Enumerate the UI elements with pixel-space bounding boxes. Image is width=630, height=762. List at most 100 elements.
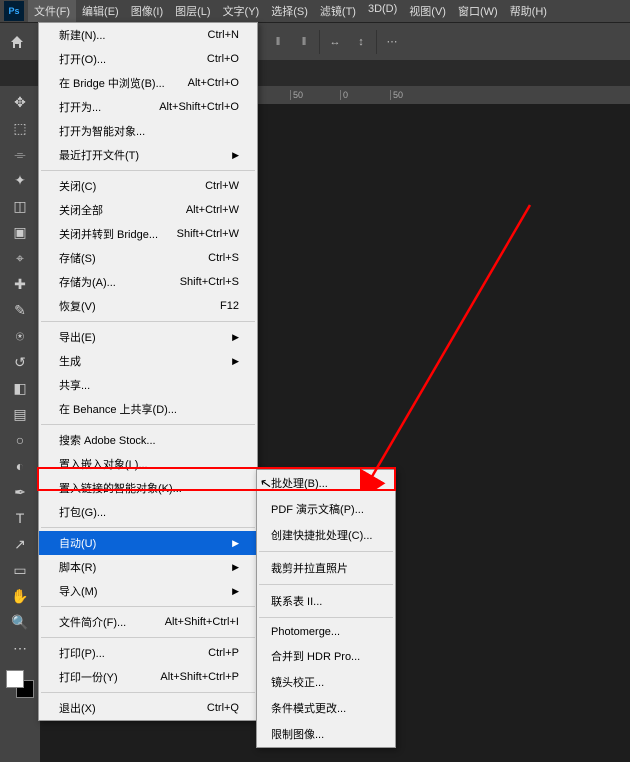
menu-item[interactable]: 打开(O)...Ctrl+O <box>39 47 257 71</box>
dist-btn[interactable]: ↔ <box>324 31 346 53</box>
wand-tool-icon[interactable]: ✦ <box>8 168 32 192</box>
history-tool-icon[interactable]: ↺ <box>8 350 32 374</box>
submenu-item[interactable]: 合并到 HDR Pro... <box>257 643 395 669</box>
menu-item-label: 新建(N)... <box>59 27 105 43</box>
zoom-tool-icon[interactable]: 🔍 <box>8 610 32 634</box>
menu-item-label: 关闭(C) <box>59 178 96 194</box>
menu-separator <box>41 692 255 693</box>
menu-item[interactable]: 新建(N)...Ctrl+N <box>39 23 257 47</box>
menu-item[interactable]: 脚本(R)▶ <box>39 555 257 579</box>
submenu-item[interactable]: Photomerge... <box>257 621 395 643</box>
menu-item[interactable]: 打包(G)... <box>39 500 257 524</box>
submenu-item[interactable]: 批处理(B)... <box>257 470 395 496</box>
menu-item-label: 搜索 Adobe Stock... <box>59 432 156 448</box>
marquee-tool-icon[interactable]: ⬚ <box>8 116 32 140</box>
menu-item[interactable]: 导入(M)▶ <box>39 579 257 603</box>
color-swatches[interactable] <box>6 670 34 698</box>
rect-tool-icon[interactable]: ▭ <box>8 558 32 582</box>
dodge-tool-icon[interactable]: ◐ <box>8 454 32 478</box>
menu-视图[interactable]: 视图(V) <box>403 0 452 22</box>
menu-item[interactable]: 导出(E)▶ <box>39 325 257 349</box>
more-btn[interactable]: ⋯ <box>381 31 403 53</box>
menu-item-label: 打包(G)... <box>59 504 106 520</box>
gradient-tool-icon[interactable]: ▤ <box>8 402 32 426</box>
dist-btn[interactable]: ‖ <box>267 31 289 53</box>
menu-item[interactable]: 在 Behance 上共享(D)... <box>39 397 257 421</box>
menu-item[interactable]: 关闭全部Alt+Ctrl+W <box>39 198 257 222</box>
menu-item-label: 置入嵌入对象(L)... <box>59 456 148 472</box>
submenu-arrow-icon: ▶ <box>232 356 239 367</box>
submenu-item[interactable]: 裁剪并拉直照片 <box>257 555 395 581</box>
eraser-tool-icon[interactable]: ◧ <box>8 376 32 400</box>
menu-separator <box>259 551 393 552</box>
hand-tool-icon[interactable]: ✋ <box>8 584 32 608</box>
menu-item-label: 打印(P)... <box>59 645 105 661</box>
blur-tool-icon[interactable]: ○ <box>8 428 32 452</box>
menu-图像[interactable]: 图像(I) <box>125 0 169 22</box>
menu-item[interactable]: 恢复(V)F12 <box>39 294 257 318</box>
path-tool-icon[interactable]: ↗ <box>8 532 32 556</box>
menu-item-label: 文件简介(F)... <box>59 614 126 630</box>
menu-选择[interactable]: 选择(S) <box>265 0 314 22</box>
move-tool-icon[interactable]: ✥ <box>8 90 32 114</box>
menu-item[interactable]: 置入嵌入对象(L)... <box>39 452 257 476</box>
stamp-tool-icon[interactable]: ⍟ <box>8 324 32 348</box>
crop-tool-icon[interactable]: ◫ <box>8 194 32 218</box>
menu-item[interactable]: 存储为(A)...Shift+Ctrl+S <box>39 270 257 294</box>
menu-item-shortcut: Ctrl+S <box>208 252 239 264</box>
home-icon[interactable] <box>4 29 30 55</box>
menu-item[interactable]: 打开为智能对象... <box>39 119 257 143</box>
menu-编辑[interactable]: 编辑(E) <box>76 0 125 22</box>
dist-btn[interactable]: ‖ <box>293 31 315 53</box>
menu-item[interactable]: 关闭(C) Ctrl+W <box>39 174 257 198</box>
text-tool-icon[interactable]: T <box>8 506 32 530</box>
menu-item[interactable]: 共享... <box>39 373 257 397</box>
menu-item-label: 脚本(R) <box>59 559 96 575</box>
menu-文件[interactable]: 文件(F) <box>28 0 76 22</box>
frame-tool-icon[interactable]: ▣ <box>8 220 32 244</box>
menu-item[interactable]: 文件简介(F)...Alt+Shift+Ctrl+I <box>39 610 257 634</box>
menu-item-label: 导出(E) <box>59 329 96 345</box>
menu-item[interactable]: 打印(P)...Ctrl+P <box>39 641 257 665</box>
more-tool-icon[interactable]: ⋯ <box>8 636 32 660</box>
submenu-item[interactable]: 创建快捷批处理(C)... <box>257 522 395 548</box>
submenu-item[interactable]: 限制图像... <box>257 721 395 747</box>
menu-item[interactable]: 自动(U)▶ <box>39 531 257 555</box>
menu-item[interactable]: 最近打开文件(T)▶ <box>39 143 257 167</box>
menu-item-shortcut: F12 <box>220 300 239 312</box>
submenu-item[interactable]: 联系表 II... <box>257 588 395 614</box>
submenu-item[interactable]: 镜头校正... <box>257 669 395 695</box>
menubar: Ps 文件(F)编辑(E)图像(I)图层(L)文字(Y)选择(S)滤镜(T)3D… <box>0 0 630 22</box>
automate-submenu: 批处理(B)...PDF 演示文稿(P)...创建快捷批处理(C)... 裁剪并拉… <box>256 469 396 748</box>
tool-panel: ✥⬚⌯✦◫▣⌖✚✎⍟↺◧▤○◐✒T↗▭✋🔍⋯ <box>0 86 40 762</box>
pen-tool-icon[interactable]: ✒ <box>8 480 32 504</box>
menu-item[interactable]: 在 Bridge 中浏览(B)...Alt+Ctrl+O <box>39 71 257 95</box>
brush-tool-icon[interactable]: ✎ <box>8 298 32 322</box>
menu-3d[interactable]: 3D(D) <box>362 0 403 22</box>
menu-item[interactable]: 打印一份(Y)Alt+Shift+Ctrl+P <box>39 665 257 689</box>
menu-item-label: 导入(M) <box>59 583 98 599</box>
menu-item[interactable]: 生成▶ <box>39 349 257 373</box>
eyedrop-tool-icon[interactable]: ⌖ <box>8 246 32 270</box>
menu-图层[interactable]: 图层(L) <box>169 0 216 22</box>
menu-item[interactable]: 搜索 Adobe Stock... <box>39 428 257 452</box>
ruler-mark: 50 <box>390 90 440 100</box>
menu-item-label: 打开(O)... <box>59 51 106 67</box>
menu-item-label: 存储为(A)... <box>59 274 116 290</box>
menu-item-label: 打开为... <box>59 99 101 115</box>
menu-item[interactable]: 打开为...Alt+Shift+Ctrl+O <box>39 95 257 119</box>
menu-帮助[interactable]: 帮助(H) <box>504 0 553 22</box>
submenu-item[interactable]: PDF 演示文稿(P)... <box>257 496 395 522</box>
submenu-item[interactable]: 条件模式更改... <box>257 695 395 721</box>
menu-item[interactable]: 置入链接的智能对象(K)... <box>39 476 257 500</box>
lasso-tool-icon[interactable]: ⌯ <box>8 142 32 166</box>
menu-滤镜[interactable]: 滤镜(T) <box>314 0 362 22</box>
menu-item-shortcut: Ctrl+W <box>205 180 239 192</box>
menu-窗口[interactable]: 窗口(W) <box>452 0 504 22</box>
menu-item[interactable]: 退出(X)Ctrl+Q <box>39 696 257 720</box>
menu-文字[interactable]: 文字(Y) <box>217 0 266 22</box>
dist-btn[interactable]: ↕ <box>350 31 372 53</box>
menu-item[interactable]: 存储(S)Ctrl+S <box>39 246 257 270</box>
heal-tool-icon[interactable]: ✚ <box>8 272 32 296</box>
menu-item[interactable]: 关闭并转到 Bridge...Shift+Ctrl+W <box>39 222 257 246</box>
